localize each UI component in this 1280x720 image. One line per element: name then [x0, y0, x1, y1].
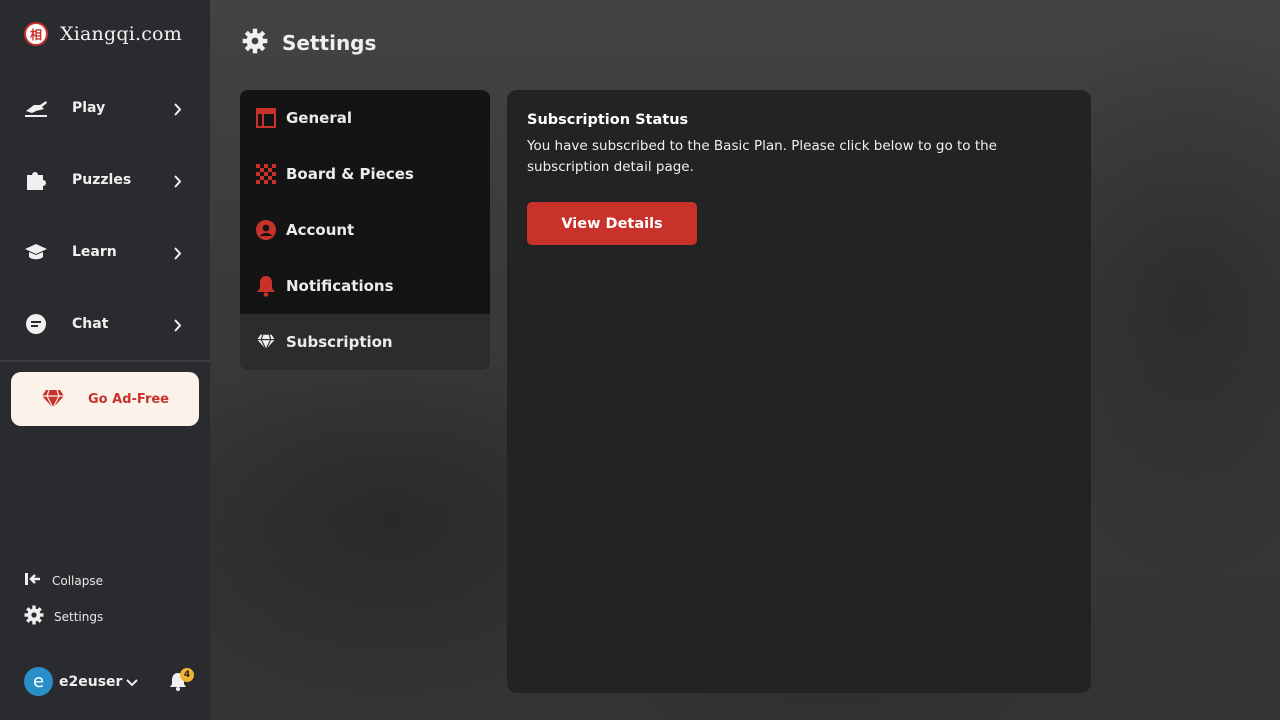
- settings-menu: General Board & Pieces Account Notificat…: [240, 90, 490, 370]
- collapse-arrow-icon: [24, 571, 42, 590]
- avatar: e: [24, 667, 53, 696]
- brand-name: Xiangqi.com: [60, 23, 182, 45]
- gear-icon: [24, 605, 44, 628]
- bell-icon: [256, 276, 276, 297]
- settings-tab-label: Board & Pieces: [286, 165, 414, 183]
- puzzle-icon: [24, 168, 48, 192]
- page-title: Settings: [282, 31, 377, 55]
- nav-item-chat[interactable]: Chat: [0, 300, 210, 348]
- subscription-panel: Subscription Status You have subscribed …: [507, 90, 1091, 693]
- diamond-icon: [41, 389, 65, 410]
- user-circle-icon: [256, 220, 276, 240]
- settings-tab-general[interactable]: General: [240, 90, 490, 146]
- nav-item-learn[interactable]: Learn: [0, 228, 210, 276]
- play-hand-icon: [24, 96, 48, 120]
- settings-label: Settings: [54, 609, 104, 624]
- collapse-label: Collapse: [52, 573, 103, 588]
- diamond-icon: [256, 332, 276, 352]
- settings-tab-account[interactable]: Account: [240, 202, 490, 258]
- checkerboard-icon: [256, 164, 276, 184]
- chevron-down-icon: [126, 672, 139, 691]
- collapse-button[interactable]: Collapse: [24, 571, 103, 590]
- nav-item-play[interactable]: Play: [0, 84, 210, 132]
- page-header: Settings: [242, 28, 376, 58]
- sidebar: 相 Xiangqi.com Play Puzzles Learn Chat Go…: [0, 0, 210, 720]
- logo-badge-icon: 相: [24, 22, 48, 46]
- nav-item-puzzles[interactable]: Puzzles: [0, 156, 210, 204]
- gear-icon: [242, 28, 268, 58]
- sidebar-settings-button[interactable]: Settings: [24, 605, 103, 628]
- user-menu[interactable]: e e2euser: [24, 667, 139, 696]
- panel-title: Subscription Status: [527, 112, 689, 128]
- chevron-right-icon: [174, 245, 182, 264]
- username: e2euser: [59, 673, 123, 690]
- view-details-button[interactable]: View Details: [527, 202, 697, 245]
- brand-logo[interactable]: 相 Xiangqi.com: [24, 22, 182, 46]
- nav-label-chat: Chat: [72, 316, 109, 332]
- nav-label-learn: Learn: [72, 244, 117, 260]
- notification-count-badge: 4: [180, 668, 194, 682]
- chevron-right-icon: [174, 173, 182, 192]
- settings-tab-label: Subscription: [286, 333, 393, 351]
- subscription-status-text: You have subscribed to the Basic Plan. P…: [527, 138, 997, 175]
- nav-label-play: Play: [72, 100, 106, 116]
- graduation-cap-icon: [24, 240, 48, 264]
- sidebar-divider: [0, 360, 210, 362]
- go-ad-free-label: Go Ad-Free: [88, 391, 169, 407]
- settings-tab-notifications[interactable]: Notifications: [240, 258, 490, 314]
- chat-bubble-icon: [24, 312, 48, 336]
- go-ad-free-button[interactable]: Go Ad-Free: [11, 372, 199, 426]
- layout-window-icon: [256, 108, 276, 128]
- settings-tab-label: Account: [286, 221, 355, 239]
- settings-tab-subscription[interactable]: Subscription: [240, 314, 490, 370]
- chevron-right-icon: [174, 101, 182, 120]
- chevron-right-icon: [174, 317, 182, 336]
- settings-tab-board-pieces[interactable]: Board & Pieces: [240, 146, 490, 202]
- settings-tab-label: General: [286, 109, 352, 127]
- settings-tab-label: Notifications: [286, 277, 394, 295]
- nav-label-puzzles: Puzzles: [72, 172, 132, 188]
